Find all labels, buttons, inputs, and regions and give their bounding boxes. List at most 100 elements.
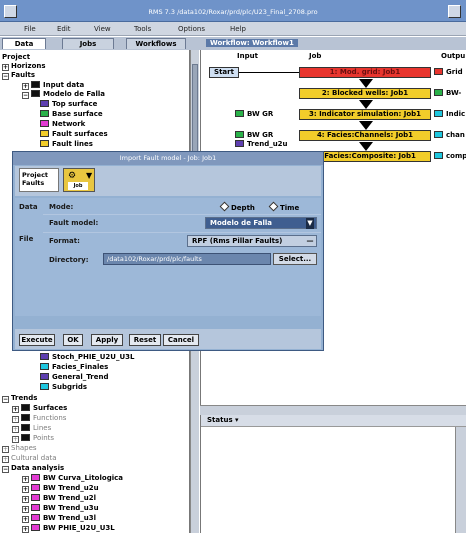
analysis-icon [31,484,40,491]
tree-da-item[interactable]: + BW Trend_u3l [22,514,96,523]
expand-icon[interactable]: + [12,436,19,443]
cancel-button[interactable]: Cancel [163,334,199,346]
tree-surfaces[interactable]: + Surfaces [12,404,67,413]
reset-button[interactable]: Reset [129,334,161,346]
tree-base-surface[interactable]: Base surface [40,110,103,119]
job-mod-grid[interactable]: 1: Mod. grid: Job1 [299,67,431,78]
tree-da-item[interactable]: + BW Curva_Litologica [22,474,123,483]
job-selector-button[interactable]: ⚙ ▼ Job [63,168,95,192]
start-node[interactable]: Start [209,67,239,78]
wells-icon [235,110,244,117]
menu-file[interactable]: File [24,25,36,33]
fault-model-select[interactable]: Modelo de Falla ▼ [205,217,317,229]
tree-top-surface[interactable]: Top surface [40,100,97,109]
tree-project[interactable]: Project [2,53,30,62]
tab-workflow1[interactable]: Workflow: Workflow1 [206,39,298,47]
expand-icon[interactable]: + [2,446,9,453]
project-faults-button[interactable]: Project Faults [19,168,59,192]
collapse-icon[interactable]: − [2,396,9,403]
line-icon [40,140,49,147]
mode-time-radio[interactable]: Time [268,201,299,212]
tree-cultural-data[interactable]: + Cultural data [2,454,57,463]
job-blocked-wells[interactable]: 2: Blocked wells: Job1 [299,88,431,99]
output-label: BW- [446,89,462,97]
apply-button[interactable]: Apply [91,334,123,346]
menu-help[interactable]: Help [230,25,246,33]
tree-fault-lines[interactable]: Fault lines [40,140,93,149]
expand-icon[interactable]: + [12,406,19,413]
select-directory-button[interactable]: Select... [273,253,317,265]
output-item[interactable]: Grid [434,68,463,77]
tab-data[interactable]: Data [2,38,46,49]
surface-icon [40,110,49,117]
tree-shapes-label: Shapes [11,444,37,452]
input-label: BW GR [247,131,274,139]
expand-icon[interactable]: + [22,506,29,513]
tree-network-label: Network [52,120,86,128]
input-bw-gr[interactable]: BW GR [235,110,273,119]
menu-tools[interactable]: Tools [134,25,151,33]
expand-icon[interactable]: + [22,516,29,523]
output-item[interactable]: chan [434,131,465,140]
collapse-icon[interactable]: − [2,73,9,80]
section-data-label: Data [19,203,38,211]
tree-points-label: Points [33,434,55,442]
tree-fault-surfaces[interactable]: Fault surfaces [40,130,108,139]
tree-points[interactable]: + Points [12,434,54,443]
menu-view[interactable]: View [94,25,111,33]
window-maximize-button[interactable] [448,5,461,18]
expand-icon[interactable]: + [22,83,29,90]
tree-general-trend[interactable]: General_Trend [40,373,109,382]
collapse-icon[interactable]: − [22,92,29,99]
tree-network[interactable]: Network [40,120,85,129]
tree-surfaces-label: Surfaces [33,404,68,412]
tree-subgrids[interactable]: Subgrids [40,383,87,392]
tree-data-analysis[interactable]: − Data analysis [2,464,64,473]
tree-horizons[interactable]: + Horizons [2,62,46,71]
status-header[interactable]: Status ▾ [201,415,466,427]
tree-modelo-de-falla[interactable]: − Modelo de Falla [22,90,105,99]
mode-depth-radio[interactable]: Depth [219,201,255,212]
tab-jobs[interactable]: Jobs [62,38,114,49]
tree-input-data[interactable]: + Input data [22,81,84,90]
status-scrollbar[interactable] [455,427,466,533]
job-facies-channels[interactable]: 4: Facies:Channels: Job1 [299,130,431,141]
tree-functions[interactable]: + Functions [12,414,66,423]
input-trend[interactable]: Trend_u2u [235,140,288,149]
tree-lines[interactable]: + Lines [12,424,51,433]
output-item[interactable]: Indic [434,110,465,119]
property-icon [434,152,443,159]
tree-stoch-phie[interactable]: Stoch_PHIE_U2U_U3L [40,353,134,362]
tree-shapes[interactable]: + Shapes [2,444,37,453]
expand-icon[interactable]: + [22,526,29,533]
tree-da-item[interactable]: + BW Trend_u2l [22,494,96,503]
tree-da-item[interactable]: + BW Trend_u3u [22,504,99,513]
menu-options[interactable]: Options [178,25,205,33]
output-item[interactable]: BW- [434,89,461,98]
tab-workflows[interactable]: Workflows [126,38,186,49]
expand-icon[interactable]: + [2,64,9,71]
tree-trends[interactable]: − Trends [2,394,37,403]
expand-icon[interactable]: + [22,476,29,483]
output-item[interactable]: comp [434,152,466,161]
expand-icon[interactable]: + [12,416,19,423]
input-bw-gr[interactable]: BW GR [235,131,273,140]
workflow-scrollbar[interactable] [200,405,466,415]
directory-input[interactable]: /data102/Roxar/prd/plc/faults [103,253,271,265]
expand-icon[interactable]: + [2,456,9,463]
execute-button[interactable]: Execute [19,334,55,346]
property-icon [40,363,49,370]
tree-facies-finales[interactable]: Facies_Finales [40,363,108,372]
ok-button[interactable]: OK [63,334,83,346]
job-indicator-simulation[interactable]: 3: Indicator simulation: Job1 [299,109,431,120]
tree-faults[interactable]: − Faults [2,71,35,80]
expand-icon[interactable]: + [22,486,29,493]
expand-icon[interactable]: + [12,426,19,433]
format-select[interactable]: RPF (Rms Pillar Faults) — [187,235,317,247]
collapse-icon[interactable]: − [2,466,9,473]
menu-edit[interactable]: Edit [57,25,71,33]
tree-da-item[interactable]: + BW Trend_u2u [22,484,99,493]
menu-bar: File Edit View Tools Options Help [0,22,466,36]
expand-icon[interactable]: + [22,496,29,503]
tree-da-item[interactable]: + BW PHIE_U2U_U3L [22,524,115,533]
